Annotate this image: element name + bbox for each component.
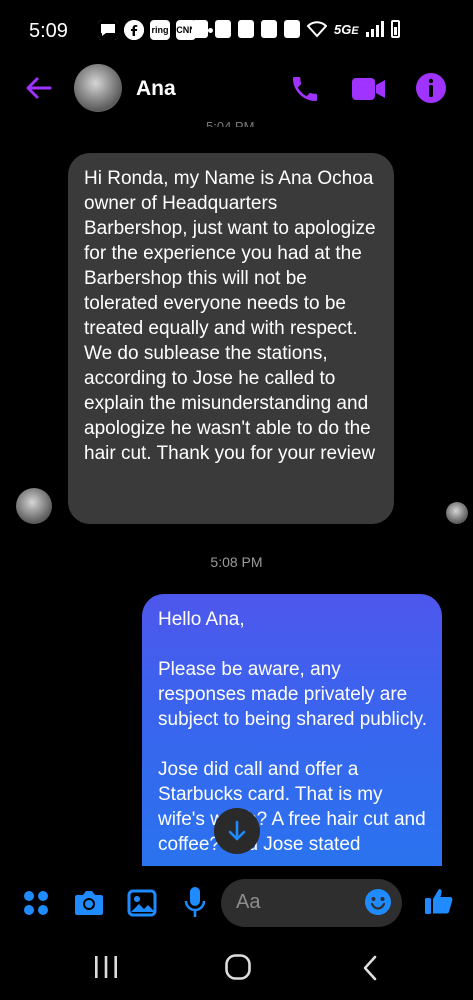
contact-avatar[interactable] [74,64,122,112]
signal-strength-icon [365,21,384,37]
camera-button[interactable] [74,889,104,917]
camera-icon [75,891,103,915]
facebook-icon [124,20,144,40]
back-button[interactable] [22,72,54,104]
system-status-icons: 5GE [192,20,400,38]
video-call-button[interactable] [352,76,386,102]
sender-avatar[interactable] [16,488,52,524]
network-type-label: 5GE [334,21,359,37]
alarm-icon [238,20,254,38]
arrow-left-icon [26,77,52,99]
recent-apps-icon [95,956,117,978]
battery-icon [390,20,400,38]
chevron-left-icon [363,955,377,981]
emoji-button[interactable] [364,888,392,916]
chat-icon [98,20,118,40]
home-icon [225,954,251,980]
phone-icon [293,77,317,101]
conversation-info-button[interactable] [415,72,447,104]
wifi-icon [307,21,327,38]
thumbs-up-icon [425,889,453,914]
previous-timestamp: 5:04 PM [206,119,255,127]
four-dots-icon [24,891,48,915]
microphone-icon [184,887,206,917]
video-camera-icon [352,78,385,100]
android-robot-icon [192,20,208,38]
nfc-icon [215,20,231,38]
more-actions-button[interactable] [22,889,50,917]
home-button[interactable] [224,953,252,981]
recent-apps-button[interactable] [93,954,119,980]
gallery-button[interactable] [127,888,157,918]
message-input-placeholder: Aa [236,891,261,913]
location-icon [284,20,300,38]
voice-call-button[interactable] [289,72,321,106]
system-back-button[interactable] [360,955,380,981]
status-bar: 5:09 ring CNN 5GE [0,0,473,62]
arrow-down-icon [228,820,246,841]
contact-name[interactable]: Ana [136,77,176,101]
scroll-to-bottom-button[interactable] [214,808,260,854]
status-time: 5:09 [29,20,68,42]
voice-message-button[interactable] [184,886,206,918]
seen-indicator-avatar [446,502,468,524]
mute-icon [261,20,277,38]
received-message-bubble[interactable]: Hi Ronda, my Name is Ana Ochoa owner of … [68,153,394,524]
emoji-icon [365,889,391,915]
message-timestamp: 5:08 PM [210,554,263,570]
thumbs-up-button[interactable] [424,886,454,916]
ring-icon: ring [150,20,170,40]
info-icon [416,73,446,103]
sent-message-bubble[interactable]: Hello Ana, Please be aware, any response… [142,594,442,866]
image-icon [127,889,157,917]
